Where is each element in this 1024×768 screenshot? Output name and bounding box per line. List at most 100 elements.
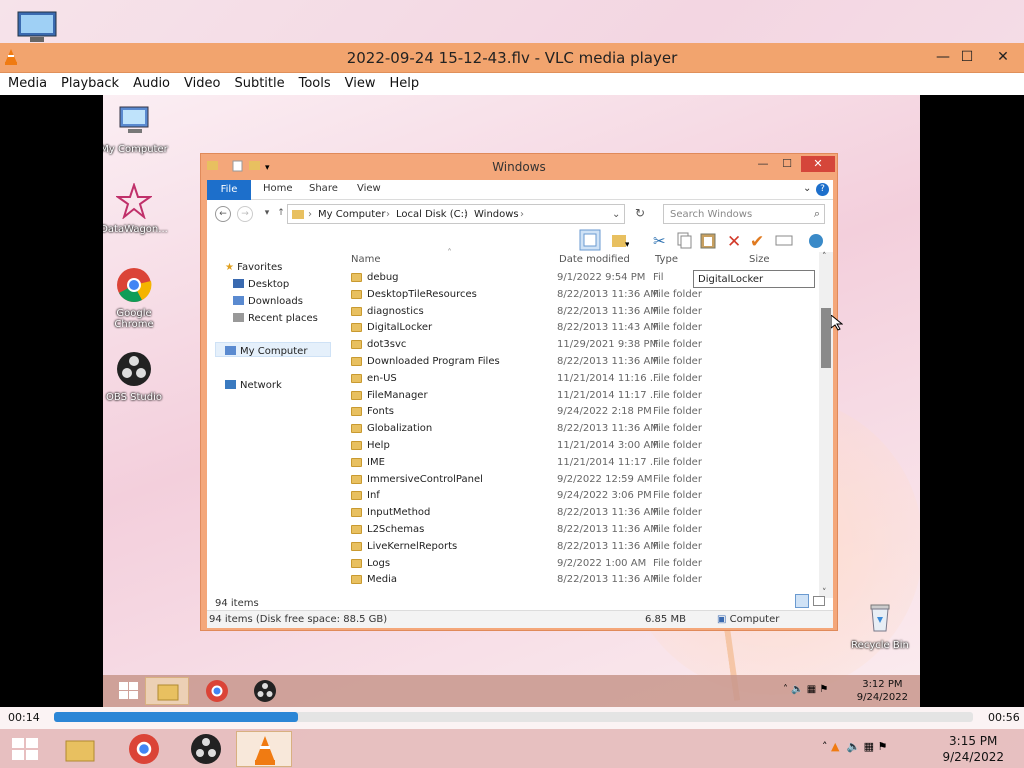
desktop-icon-chrome[interactable]: Google Chrome [103, 267, 169, 330]
table-row[interactable]: FileManager 11/21/2014 11:17 ... File fold… [349, 388, 817, 405]
seek-bar[interactable] [54, 712, 973, 722]
forward-arrow-icon[interactable]: → [237, 206, 253, 222]
inner-tray-icons[interactable]: ˄ 🔈 ▦ ⚑ [783, 684, 828, 695]
file-date: 9/2/2022 1:00 AM [557, 557, 647, 569]
table-row[interactable]: L2Schemas 8/22/2013 11:36 AM File folder [349, 522, 817, 539]
nav-recent-places[interactable]: Recent places [233, 313, 318, 324]
outer-start-button[interactable] [0, 731, 56, 767]
video-area[interactable]: My Computer DataWagon... Google Chrome O… [0, 95, 1024, 707]
nav-favorites[interactable]: ★ Favorites [225, 262, 282, 273]
cut-icon[interactable]: ✂ [651, 231, 669, 249]
folder-icon [351, 373, 362, 383]
options-icon[interactable] [807, 231, 825, 249]
vertical-scrollbar[interactable]: ˄ ˅ [819, 252, 833, 598]
inner-clock[interactable]: 3:12 PM 9/24/2022 [857, 678, 908, 704]
mouse-cursor-icon [831, 315, 843, 331]
table-row[interactable]: InputMethod 8/22/2013 11:36 AM File folder [349, 505, 817, 522]
preview-pane-icon[interactable] [579, 229, 601, 251]
column-header-type[interactable]: Type [655, 254, 678, 265]
copy-icon[interactable] [675, 231, 693, 249]
rename-icon[interactable] [775, 231, 793, 249]
menu-media[interactable]: Media [0, 73, 53, 91]
explorer-close-button[interactable]: ✕ [801, 156, 835, 172]
nav-downloads[interactable]: Downloads [233, 296, 303, 307]
table-row[interactable]: Inf 9/24/2022 3:06 PM File folder [349, 488, 817, 505]
help-icon[interactable]: ? [816, 183, 829, 196]
organize-icon[interactable]: ▾ [611, 231, 629, 249]
outer-taskbar-vlc[interactable] [236, 731, 292, 767]
breadcrumb-windows[interactable]: Windows [474, 209, 519, 220]
breadcrumb-my-computer[interactable]: My Computer [318, 209, 385, 220]
table-row[interactable]: DesktopTileResources 8/22/2013 11:36 AM Fi… [349, 287, 817, 304]
table-row[interactable]: diagnostics 8/22/2013 11:36 AM File folder [349, 304, 817, 321]
scroll-thumb[interactable] [821, 308, 831, 368]
column-header-date[interactable]: Date modified [559, 254, 630, 265]
close-button[interactable]: ✕ [992, 47, 1014, 67]
table-row[interactable]: LiveKernelReports 8/22/2013 11:36 AM File … [349, 539, 817, 556]
file-name: en-US [367, 372, 397, 384]
table-row[interactable]: Help 11/21/2014 3:00 AM File folder [349, 438, 817, 455]
address-dropdown-icon[interactable]: ⌄ [612, 209, 620, 220]
table-row[interactable]: Downloaded Program Files 8/22/2013 11:36 … [349, 354, 817, 371]
outer-taskbar-obs[interactable] [178, 731, 234, 767]
minimize-button[interactable]: — [932, 47, 954, 67]
desktop-icon-my-computer[interactable]: My Computer [103, 103, 169, 155]
breadcrumb-local-disk[interactable]: Local Disk (C:) [396, 209, 468, 220]
nav-my-computer[interactable]: My Computer [225, 346, 307, 357]
nav-network[interactable]: Network [225, 380, 282, 391]
explorer-maximize-button[interactable]: ☐ [775, 156, 799, 172]
table-row[interactable]: dot3svc 11/29/2021 9:38 PM File folder [349, 337, 817, 354]
menu-tools[interactable]: Tools [291, 73, 337, 91]
inner-taskbar-obs[interactable] [243, 677, 287, 705]
tab-share[interactable]: Share [309, 183, 338, 194]
table-row[interactable]: IME 11/21/2014 11:17 ... File folder [349, 455, 817, 472]
search-input[interactable]: Search Windows ⌕ [663, 204, 825, 224]
tab-view[interactable]: View [357, 183, 381, 194]
menu-help[interactable]: Help [382, 73, 426, 91]
scroll-up-icon[interactable]: ˄ [822, 252, 827, 262]
back-arrow-icon[interactable]: ← [215, 206, 231, 222]
outer-clock[interactable]: 3:15 PM 9/24/2022 [942, 733, 1004, 765]
desktop-icon-obs[interactable]: OBS Studio [103, 351, 169, 403]
menu-view[interactable]: View [337, 73, 382, 91]
rename-input[interactable]: DigitalLocker [693, 270, 815, 288]
menu-video[interactable]: Video [176, 73, 226, 91]
table-row[interactable]: DigitalLocker 8/22/2013 11:43 AM File fold… [349, 320, 817, 337]
menu-audio[interactable]: Audio [125, 73, 176, 91]
desktop-icon-recycle-bin[interactable]: Recycle Bin [845, 599, 915, 651]
tab-home[interactable]: Home [263, 183, 293, 194]
thumbnail-view-icon[interactable] [813, 596, 825, 606]
details-view-icon[interactable] [795, 594, 809, 608]
refresh-icon[interactable]: ↻ [635, 206, 645, 220]
table-row[interactable]: ImmersiveControlPanel 9/2/2022 12:59 AM Fi… [349, 472, 817, 489]
outer-tray-icons[interactable]: ˄ ▲ 🔈 ▦ ⚑ [822, 740, 887, 753]
menu-playback[interactable]: Playback [53, 73, 125, 91]
table-row[interactable]: Globalization 8/22/2013 11:36 AM File fold… [349, 421, 817, 438]
file-date: 9/24/2022 2:18 PM [557, 406, 652, 418]
file-type: File folder [653, 288, 702, 300]
computer-icon[interactable] [14, 10, 60, 44]
nav-desktop[interactable]: Desktop [233, 279, 289, 290]
column-header-size[interactable]: Size [749, 254, 770, 265]
outer-taskbar-explorer[interactable] [56, 731, 112, 767]
maximize-button[interactable]: ☐ [956, 47, 978, 67]
desktop-icon-datawagon[interactable]: DataWagon... [103, 181, 169, 235]
explorer-minimize-button[interactable]: — [751, 156, 775, 172]
properties-check-icon[interactable]: ✔ [749, 231, 767, 249]
inner-taskbar-chrome[interactable] [195, 677, 239, 705]
inner-taskbar-explorer[interactable] [145, 677, 189, 705]
ribbon-expand-icon[interactable]: ⌄ [803, 183, 811, 194]
paste-icon[interactable] [699, 231, 717, 249]
file-type: File folder [653, 305, 702, 317]
table-row[interactable]: en-US 11/21/2014 11:16 ... File folder [349, 371, 817, 388]
tab-file[interactable]: File [207, 180, 251, 200]
table-row[interactable]: Logs 9/2/2022 1:00 AM File folder [349, 556, 817, 573]
folder-icon [351, 289, 362, 299]
outer-taskbar-chrome[interactable] [118, 731, 174, 767]
menu-subtitle[interactable]: Subtitle [226, 73, 290, 91]
address-bar[interactable]: › My Computer › Local Disk (C:) › Window… [287, 204, 625, 224]
column-header-name[interactable]: Name [351, 254, 381, 265]
delete-icon[interactable]: ✕ [725, 231, 743, 249]
table-row[interactable]: Fonts 9/24/2022 2:18 PM File folder [349, 404, 817, 421]
table-row[interactable]: Media 8/22/2013 11:36 AM File folder [349, 572, 817, 589]
